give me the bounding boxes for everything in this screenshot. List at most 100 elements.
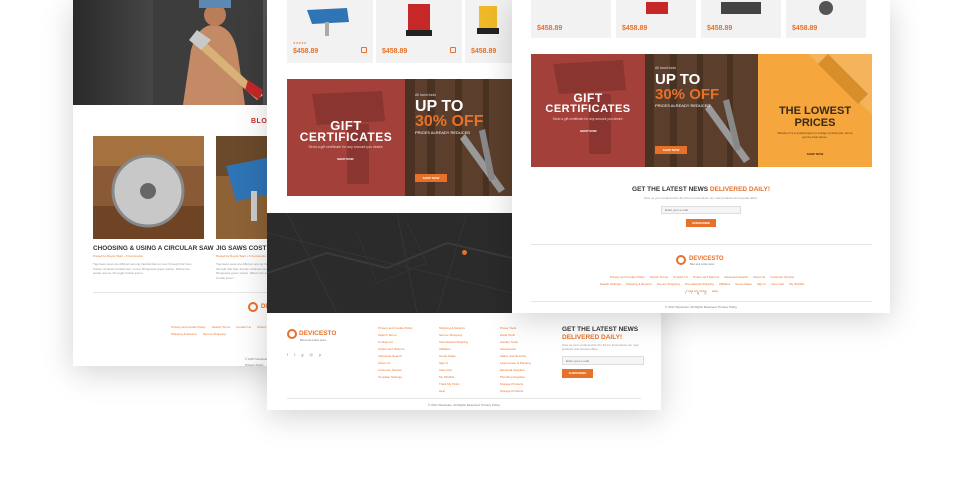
footer-link[interactable]: Affiliates [719,281,730,288]
sale-shop-button[interactable]: SHOP NOW [655,146,687,154]
product-card[interactable]: ★★★★★ $458.89 [287,0,373,63]
sale-banner[interactable]: All hand tools UP TO 30% OFF PRICES ALRE… [645,54,758,167]
product-price: $458.89 [293,48,319,55]
footer-link[interactable]: International Shipping [439,339,468,346]
footer-link[interactable]: About Us [753,274,765,281]
footer-link[interactable]: Garden Tools [500,339,531,346]
cart-icon[interactable] [450,47,456,53]
product-price: $458.89 [471,48,497,55]
gift-subtitle: Send a gift certificate for any amount y… [308,145,384,149]
footer-link[interactable]: Track My Order [439,381,468,388]
footer-link[interactable]: Group Sales [439,353,468,360]
footer-link[interactable]: Template Settings [378,374,413,381]
facebook-icon[interactable]: f [287,352,288,357]
sale-banner[interactable]: All hand tools UP TO 30% OFF PRICES ALRE… [405,79,512,196]
footer-link[interactable]: Secure Shopping [203,331,226,338]
footer-link[interactable]: Sign In [757,281,766,288]
gift-shop-button[interactable]: SHOP NOW [337,157,354,161]
gift-certificates-banner[interactable]: GIFT CERTIFICATES Send a gift certificat… [287,79,405,196]
pinterest-icon[interactable]: p [319,352,321,357]
instagram-icon[interactable]: ◎ [704,291,707,295]
footer-link[interactable]: Privacy and Cookie Policy [610,274,645,281]
twitter-icon[interactable]: t [294,352,295,357]
product-card[interactable]: $458.89 [465,0,512,63]
footer-link[interactable]: Orders and Returns [378,346,413,353]
circular-saw-image[interactable] [93,136,204,239]
google-plus-icon[interactable]: g [301,352,303,357]
newsletter-email-input[interactable] [661,206,741,214]
gift-certificates-banner[interactable]: GIFT CERTIFICATES Send a gift certificat… [531,54,645,167]
post1-title[interactable]: CHOOSING & USING A CIRCULAR SAW [93,245,214,252]
footer-link[interactable]: Help [712,288,718,295]
post1-meta: Posted by Royce Starr • 0 Comments [93,254,143,258]
product-card[interactable]: $458.89 [531,0,611,38]
sale-shop-button[interactable]: SHOP NOW [415,174,447,182]
newsletter-email-input[interactable] [562,356,644,365]
footer-link[interactable]: Power Tools [500,325,531,332]
footer-link[interactable]: Shipping & Returns [439,325,468,332]
footer-link[interactable]: Affiliates [439,346,468,353]
footer-link[interactable]: Contact Us [236,324,251,331]
footer-link[interactable]: Plumbing Supplies [500,374,531,381]
product-card[interactable]: $458.89 [786,0,866,38]
footer-link[interactable]: International Shipping [685,281,714,288]
footer-link[interactable]: Customer Service [378,367,413,374]
footer-link[interactable]: Search Settings [600,281,621,288]
footer-link[interactable]: Orders and Returns [693,274,719,281]
cart-icon[interactable] [361,47,367,53]
footer-col-help: Shipping & Returns Secure Shopping Inter… [439,325,468,395]
product-card[interactable]: $458.89 [616,0,696,38]
sale-kicker: All hand tools [415,93,437,97]
product-card[interactable]: $458.89 [701,0,781,38]
product-card[interactable]: $458.89 [376,0,462,63]
subscribe-button[interactable]: SUBSCRIBE [562,369,593,378]
footer-link[interactable]: View Cart [439,367,468,374]
gift-shop-button[interactable]: SHOP NOW [580,129,597,133]
footer-link[interactable]: About Us [378,360,413,367]
footer-link[interactable]: Privacy and Cookie Policy [171,324,206,331]
google-plus-icon[interactable]: g [697,291,699,295]
map-pin-icon[interactable] [462,250,467,255]
footer-link[interactable]: Lawnmower & Painting [500,360,531,367]
footer-link[interactable]: Contact Us [378,339,413,346]
footer-link[interactable]: Hand Tools [500,332,531,339]
footer-link[interactable]: Search Terms [650,274,668,281]
subscribe-button[interactable]: SUBSCRIBE [686,219,716,227]
lowest-prices-banner[interactable]: THE LOWEST PRICES Whether it's a small p… [758,54,872,167]
facebook-icon[interactable]: f [685,291,686,295]
footer-link[interactable]: Advanced Search [724,274,748,281]
footer-link[interactable]: Search Terms [212,324,230,331]
footer-link[interactable]: View Cart [771,281,784,288]
product-price: $458.89 [792,25,818,32]
footer-link[interactable]: Group Sales [735,281,752,288]
footer-link[interactable]: Secure Shopping [657,281,680,288]
divider [531,301,872,302]
lowest-subtitle: Whether it's a small project or a large … [777,131,853,139]
footer-link[interactable]: Secure Shopping [439,332,468,339]
footer-link[interactable]: Shipping & Returns [171,331,197,338]
footer-link[interactable]: Accessories [500,346,531,353]
footer-link[interactable]: Customer Service [770,274,794,281]
lowest-shop-button[interactable]: SHOP NOW [758,152,872,156]
footer-link[interactable]: Sign In [439,360,468,367]
newsletter-subtitle: Give us your email and be the first to k… [643,196,758,200]
store-map[interactable] [267,212,513,314]
footer-tagline: Best tool online store [300,338,327,342]
post2-title[interactable]: JIG SAWS COST LI [216,245,274,252]
footer-link[interactable]: Contact Us [673,274,688,281]
footer-logo[interactable]: DEVICESTO [299,330,336,337]
footer-tagline: Best tool online store [690,263,715,266]
footer-link[interactable]: Storage Products [500,388,531,395]
footer-link[interactable]: Search Terms [378,332,413,339]
footer-link[interactable]: Help [439,388,468,395]
footer-link[interactable]: Electrical Supplies [500,367,531,374]
twitter-icon[interactable]: t [691,291,692,295]
footer-link[interactable]: Advanced Search [378,353,413,360]
footer-link[interactable]: My Wishlist [789,281,804,288]
footer-link[interactable]: My Wishlist [439,374,468,381]
footer-link[interactable]: Safety and Security [500,353,531,360]
footer-link[interactable]: Privacy and Cookie Policy [378,325,413,332]
footer-link[interactable]: Shipping & Returns [626,281,652,288]
instagram-icon[interactable]: ◎ [309,352,313,357]
footer-link[interactable]: Storage Products [500,381,531,388]
